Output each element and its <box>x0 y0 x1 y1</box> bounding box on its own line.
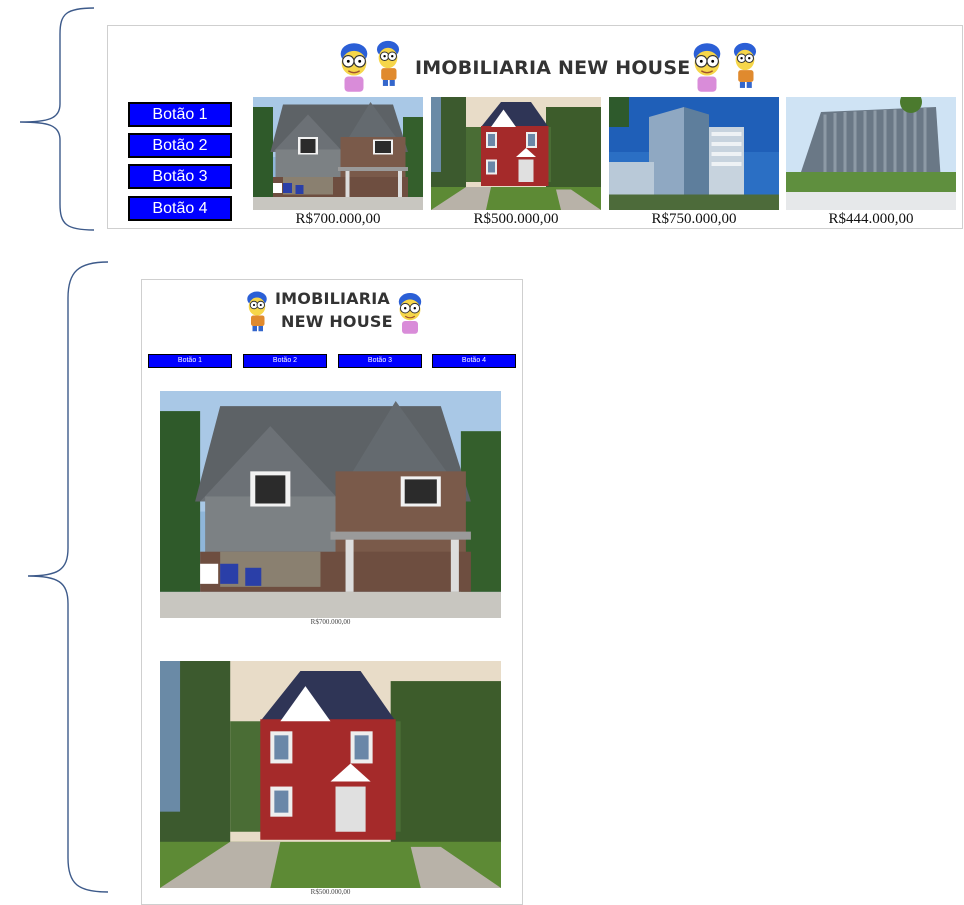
listing-image-red-house[interactable] <box>160 661 501 888</box>
top-curly-brace <box>19 7 95 231</box>
button-1[interactable]: Botão 1 <box>148 354 232 368</box>
site-title-line-1: IMOBILIARIA <box>275 289 391 308</box>
listing-price: R$444.000,00 <box>828 211 914 227</box>
mascot-icon <box>688 40 726 94</box>
button-4[interactable]: Botão 4 <box>128 196 232 221</box>
button-2[interactable]: Botão 2 <box>243 354 327 368</box>
listing-image-gray-house[interactable] <box>160 391 501 618</box>
button-4[interactable]: Botão 4 <box>432 354 516 368</box>
button-3[interactable]: Botão 3 <box>338 354 422 368</box>
listing-price: R$750.000,00 <box>651 211 737 227</box>
listing-price: R$700.000,00 <box>295 211 381 227</box>
listing-image-red-house[interactable] <box>431 97 601 210</box>
button-1[interactable]: Botão 1 <box>128 102 232 127</box>
site-title-line-2: NEW HOUSE <box>281 312 393 331</box>
listing-price: R$500.000,00 <box>310 888 351 896</box>
mascot-icon <box>242 288 272 334</box>
mascot-icon <box>728 38 762 92</box>
listing-image-gray-house[interactable] <box>253 97 423 210</box>
listing-price: R$500.000,00 <box>473 211 559 227</box>
mascot-icon <box>371 36 405 90</box>
bottom-curly-brace <box>27 261 109 893</box>
desktop-layout-frame: IMOBILIARIA NEW HOUSE Botão 1 Botão 2 Bo… <box>107 25 963 229</box>
button-3[interactable]: Botão 3 <box>128 164 232 189</box>
listing-image-glass-tower[interactable] <box>609 97 779 210</box>
button-2[interactable]: Botão 2 <box>128 133 232 158</box>
site-title: IMOBILIARIA NEW HOUSE <box>415 57 691 79</box>
mascot-icon <box>394 290 426 336</box>
mascot-icon <box>335 40 373 94</box>
mobile-layout-frame: IMOBILIARIA NEW HOUSE Botão 1 Botão 2 Bo… <box>141 279 523 905</box>
listing-price: R$700.000,00 <box>310 618 351 626</box>
listing-image-curved-office[interactable] <box>786 97 956 210</box>
